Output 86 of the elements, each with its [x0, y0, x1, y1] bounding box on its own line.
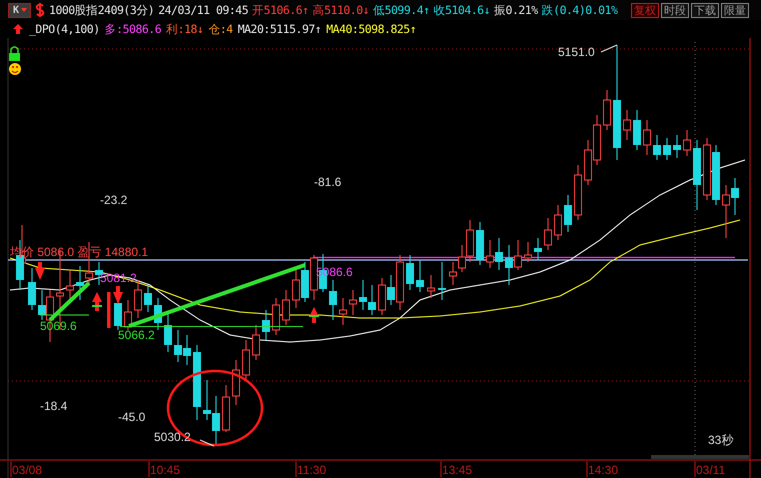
axis-tick	[586, 460, 588, 478]
arrow-up-icon	[12, 23, 24, 35]
datetime-text: 24/03/11 09:45	[158, 3, 248, 17]
sell-arrow-icon	[35, 262, 45, 280]
candlestick	[564, 194, 572, 232]
indicator-value-label: -23.2	[100, 193, 128, 207]
candlestick	[262, 310, 270, 340]
candlestick	[623, 110, 631, 140]
time-axis-label: 14:30	[588, 463, 618, 477]
indicator-text: 多:5086.6	[104, 22, 162, 36]
candlestick	[673, 134, 681, 158]
time-axis-label: 10:45	[150, 463, 180, 477]
candlestick	[693, 140, 701, 210]
quote-text: 高5110.0↓	[312, 2, 370, 18]
time-axis-label: 13:45	[442, 463, 472, 477]
axis-tick	[694, 460, 696, 478]
candlestick	[544, 218, 552, 250]
time-axis-label: 03/08	[12, 463, 42, 477]
candlestick	[534, 238, 542, 260]
indicator-text: MA40:5098.825↑	[326, 22, 416, 36]
indicator-text: MA20:5115.97↑	[238, 22, 322, 36]
trend-line	[48, 282, 90, 322]
candlestick	[524, 242, 532, 262]
indicator-value-label: -45.0	[118, 410, 146, 424]
candlestick	[232, 360, 240, 406]
candlestick	[406, 254, 414, 290]
lock-icon	[9, 46, 20, 61]
candlestick	[272, 298, 280, 336]
time-axis-label: 11:30	[297, 463, 326, 477]
candlestick	[643, 120, 651, 156]
candlestick	[603, 90, 611, 130]
leader-line	[200, 440, 214, 446]
countdown-text: 33秒	[708, 433, 734, 447]
axis-tick	[440, 460, 442, 478]
candlestick	[663, 138, 671, 160]
candlestick	[154, 298, 162, 330]
toolbar-button[interactable]: 限量	[721, 2, 749, 18]
indicator-value-label: -81.6	[314, 175, 342, 189]
chart-type-button[interactable]: K	[8, 2, 32, 18]
quote-text: 跌(0.4)0.01%	[542, 2, 618, 18]
candlestick	[416, 260, 424, 292]
support-line	[40, 314, 90, 316]
candlestick	[282, 290, 290, 326]
candlestick	[633, 110, 641, 150]
candlestick	[164, 312, 172, 352]
quote-text: 低5099.4↑	[373, 2, 430, 18]
symbol-title: 1000股指2409(3分)	[49, 2, 154, 18]
candlestick	[554, 204, 562, 240]
indicator-text: 利:18↓	[166, 22, 204, 36]
candlestick	[574, 164, 582, 220]
toolbar-button[interactable]: 下载	[691, 2, 719, 18]
candlestick	[124, 300, 132, 330]
candlestick	[683, 130, 691, 156]
quote-text: 收5104.6↓	[434, 2, 490, 18]
candlestick	[339, 298, 347, 326]
candlestick	[653, 134, 661, 160]
toolbar-button[interactable]: 时段	[661, 2, 689, 18]
buy-arrow-icon	[309, 307, 319, 323]
indicator-value-label: -18.4	[40, 399, 68, 413]
candlestick	[329, 280, 337, 320]
support-price-label: 5066.2	[118, 328, 155, 342]
candlestick	[476, 222, 484, 266]
candlestick	[28, 268, 36, 310]
quote-text: 开5106.6↑	[252, 2, 309, 18]
candlestick	[349, 290, 357, 316]
candlestick	[427, 274, 435, 298]
candlestick	[252, 324, 260, 360]
candlestick	[66, 270, 74, 300]
sell-arrow-icon	[113, 286, 123, 304]
buy-arrow-icon	[92, 292, 102, 311]
candlestick	[134, 280, 142, 318]
axis-tick	[148, 460, 150, 478]
signal-bar	[107, 292, 110, 328]
dollar-icon[interactable]	[35, 3, 46, 17]
time-axis-label: 03/11	[696, 463, 726, 477]
quote-text: 振0.21%	[494, 2, 538, 18]
candlestick	[144, 284, 152, 312]
candlestick	[438, 262, 446, 300]
indicator-text: 仓:4	[208, 22, 233, 36]
axis-tick	[10, 460, 12, 478]
candlestick	[222, 384, 230, 432]
price-extreme-label: 5151.0	[558, 45, 595, 59]
leader-line	[600, 44, 618, 52]
smiley-icon	[9, 63, 21, 75]
indicator-text: _DPO(4,100)	[29, 22, 100, 36]
candlestick	[242, 340, 250, 380]
